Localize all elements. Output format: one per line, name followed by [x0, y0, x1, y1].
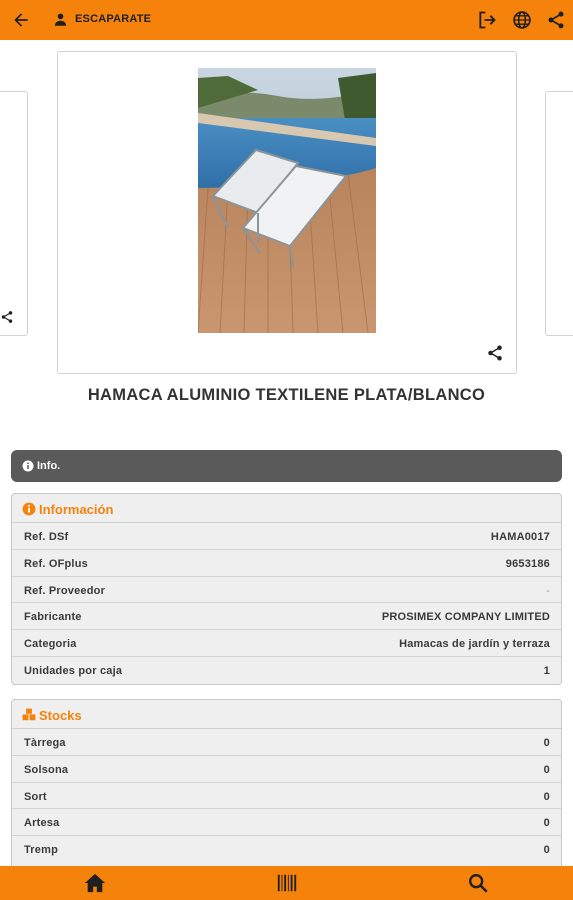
stocks-panel: Stocks Tàrrega 0 Solsona 0 Sort 0 Artesa…: [11, 699, 562, 869]
panel-header: Información: [12, 494, 561, 523]
stock-row: Tremp 0: [12, 836, 561, 863]
row-value: Hamacas de jardín y terraza: [399, 638, 550, 651]
carousel-prev-card[interactable]: [0, 91, 28, 336]
stock-row: Artesa 0: [12, 809, 561, 837]
info-row-unidades: Unidades por caja 1: [12, 657, 561, 684]
row-value: 0: [543, 790, 550, 803]
row-key: Ref. Proveedor: [24, 584, 106, 597]
home-icon[interactable]: [83, 872, 107, 894]
info-bar-label: Info.: [37, 460, 61, 472]
user-icon: [54, 13, 67, 26]
row-value: PROSIMEX COMPANY LIMITED: [381, 611, 550, 624]
row-value: 1: [543, 664, 550, 677]
boxes-icon: [22, 708, 36, 721]
row-key: Tremp: [24, 844, 59, 857]
stock-row: Sort 0: [12, 783, 561, 810]
row-value: 0: [543, 763, 550, 776]
row-key: Fabricante: [24, 611, 82, 624]
info-row-categoria: Categoria Hamacas de jardín y terraza: [12, 630, 561, 657]
carousel-next-card[interactable]: [545, 91, 573, 336]
page-title: ESCAPARATE: [75, 13, 152, 25]
row-key: Sort: [24, 790, 47, 803]
barcode-icon[interactable]: [275, 872, 299, 894]
bottom-nav: [0, 866, 573, 900]
row-key: Solsona: [24, 763, 69, 776]
product-photo: [198, 68, 376, 333]
informacion-panel: Información Ref. DSf HAMA0017 Ref. OFplu…: [11, 493, 562, 685]
top-app-bar: ESCAPARATE: [0, 0, 573, 40]
row-key: Tàrrega: [24, 737, 66, 749]
info-icon: [22, 502, 36, 516]
info-bar[interactable]: Info.: [11, 450, 562, 482]
row-key: Ref. OFplus: [24, 557, 88, 570]
stock-row: Solsona 0: [12, 756, 561, 783]
row-value: 0: [543, 737, 550, 749]
row-value: 9653186: [505, 557, 550, 570]
panel-header: Stocks: [12, 700, 561, 729]
row-key: Ref. DSf: [24, 531, 69, 543]
info-row-ref-dsf: Ref. DSf HAMA0017: [12, 523, 561, 550]
row-value: HAMA0017: [490, 531, 550, 543]
row-key: Categoria: [24, 638, 77, 651]
panel-title: Información: [39, 502, 114, 517]
info-row-fabricante: Fabricante PROSIMEX COMPANY LIMITED: [12, 603, 561, 631]
info-row-ref-ofplus: Ref. OFplus 9653186: [12, 550, 561, 577]
product-title: HAMACA ALUMINIO TEXTILENE PLATA/BLANCO: [87, 386, 486, 404]
search-icon[interactable]: [466, 872, 490, 894]
row-value: 0: [543, 844, 550, 857]
globe-icon[interactable]: [512, 10, 532, 30]
share-icon[interactable]: [546, 10, 566, 30]
share-icon[interactable]: [0, 310, 14, 324]
info-row-ref-proveedor: Ref. Proveedor -: [12, 577, 561, 604]
back-arrow-icon[interactable]: [11, 10, 31, 30]
row-key: Unidades por caja: [24, 664, 123, 677]
logout-icon[interactable]: [477, 10, 497, 30]
stock-row: Tàrrega 0: [12, 729, 561, 756]
panel-title: Stocks: [39, 708, 82, 723]
row-value: 0: [543, 817, 550, 830]
row-value: -: [546, 584, 550, 597]
share-icon[interactable]: [486, 344, 504, 362]
product-image-card: [57, 51, 517, 374]
row-key: Artesa: [24, 817, 60, 830]
info-icon: [22, 460, 34, 472]
